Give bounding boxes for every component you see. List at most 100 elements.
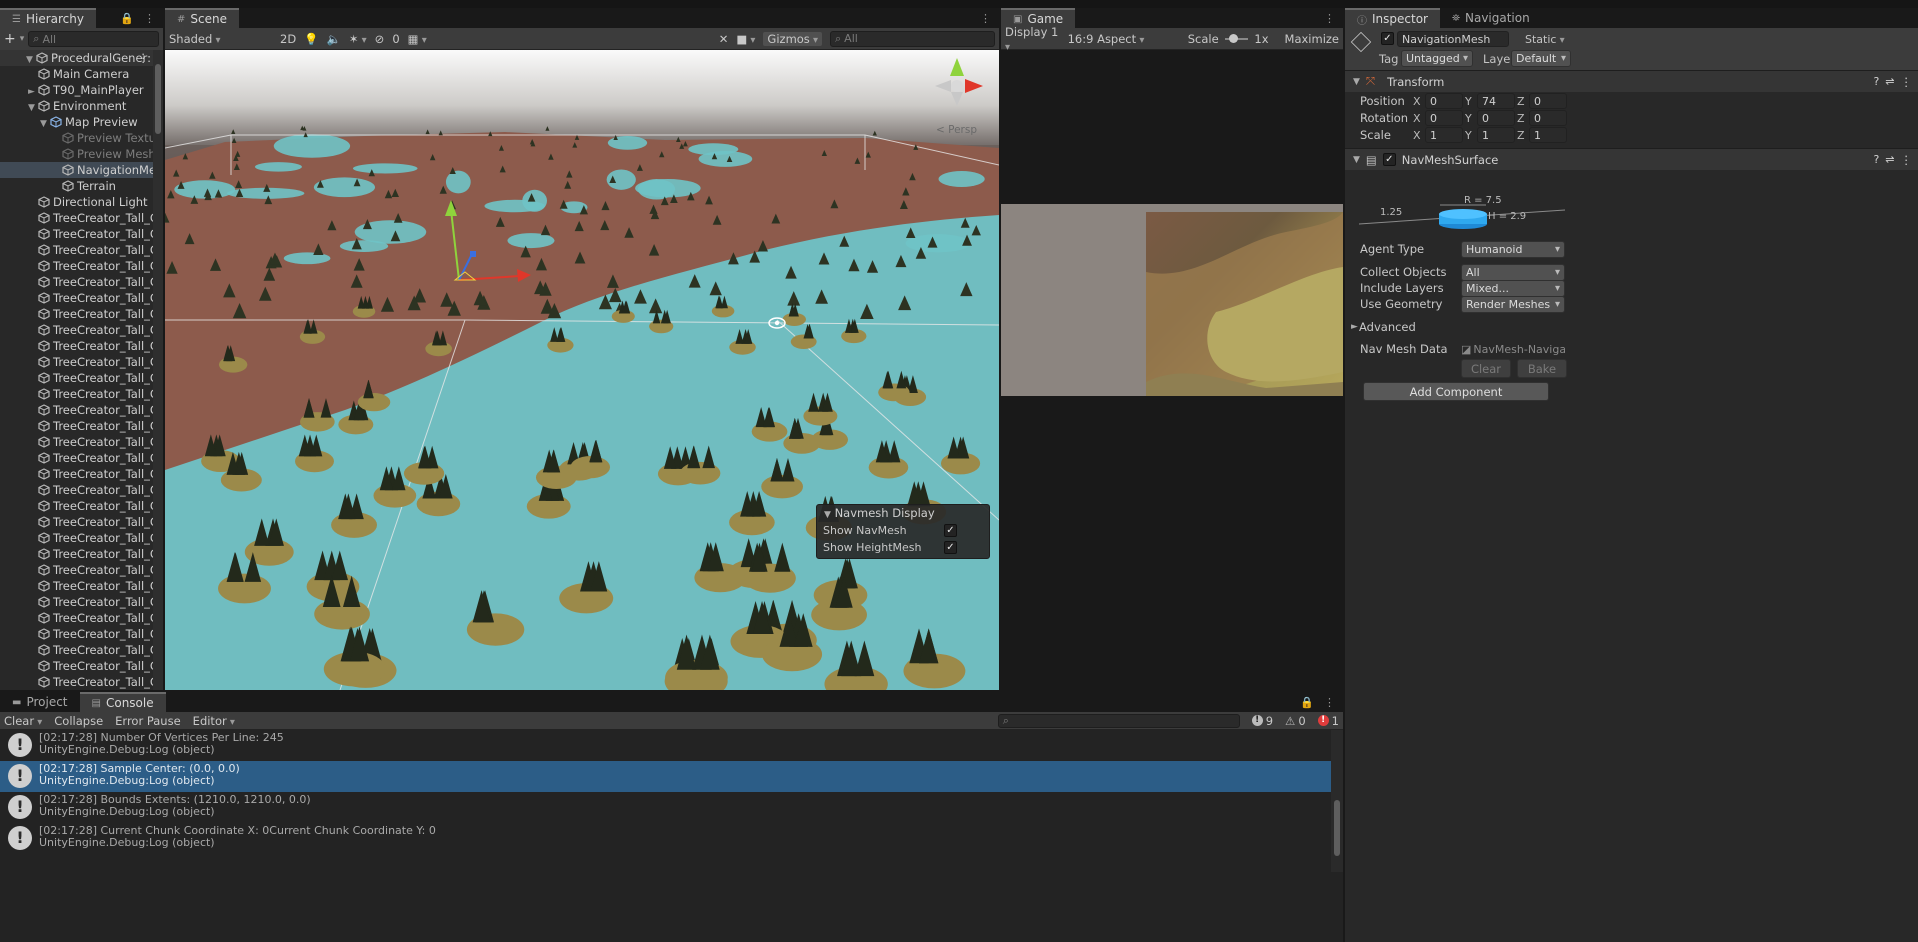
hierarchy-item[interactable]: ► T90_MainPlayer <box>0 82 153 98</box>
scene-search-input[interactable]: ⌕ All <box>830 30 995 47</box>
clear-navmesh-button[interactable]: Clear <box>1461 359 1511 378</box>
hierarchy-item[interactable]: TreeCreator_Tall_C <box>0 258 153 274</box>
tab-hierarchy[interactable]: ☰ Hierarchy <box>0 8 96 28</box>
display-dropdown[interactable]: Display 1 <box>1005 25 1062 53</box>
tab-console[interactable]: ▤ Console <box>79 692 166 712</box>
tab-inspector[interactable]: ⓘ Inspector <box>1345 8 1440 28</box>
rotation-x-value[interactable]: 0 <box>1425 110 1463 126</box>
hierarchy-item[interactable]: TreeCreator_Tall_C <box>0 594 153 610</box>
hierarchy-item[interactable]: NavigationMe <box>0 162 153 178</box>
hierarchy-item[interactable]: TreeCreator_Tall_C <box>0 354 153 370</box>
more-icon[interactable]: ⋮ <box>1901 75 1913 89</box>
hierarchy-item[interactable]: TreeCreator_Tall_C <box>0 322 153 338</box>
position-x-field[interactable]: X0 <box>1413 93 1465 109</box>
rotation-z-field[interactable]: Z0 <box>1517 110 1569 126</box>
rotation-y-value[interactable]: 0 <box>1477 110 1515 126</box>
scene-viewport[interactable]: < Persp ▼ Navmesh Display Show NavMesh ✓ … <box>165 50 999 690</box>
console-scrollbar[interactable] <box>1331 730 1343 872</box>
hierarchy-item[interactable]: TreeCreator_Tall_C <box>0 546 153 562</box>
hierarchy-item[interactable]: ▼ Map Preview <box>0 114 153 130</box>
audio-icon[interactable]: 🔈 <box>327 32 341 46</box>
tab-scene[interactable]: # Scene <box>165 8 239 28</box>
position-y-field[interactable]: Y 74 <box>1465 93 1517 109</box>
scale-y-field[interactable]: Y1 <box>1465 127 1517 143</box>
position-z-field[interactable]: Z0 <box>1517 93 1569 109</box>
more-icon[interactable]: ⋮ <box>1324 696 1335 709</box>
agent-type-dropdown[interactable]: Humanoid <box>1461 240 1565 258</box>
preset-icon[interactable]: ⇌ <box>1885 153 1894 166</box>
bake-navmesh-button[interactable]: Bake <box>1517 359 1567 378</box>
hierarchy-item[interactable]: TreeCreator_Tall_C <box>0 450 153 466</box>
tab-project[interactable]: ▬ Project <box>0 692 80 712</box>
scale-x-field[interactable]: X1 <box>1413 127 1465 143</box>
hierarchy-item[interactable]: Preview Textu <box>0 130 153 146</box>
hierarchy-item[interactable]: Main Camera <box>0 66 153 82</box>
hierarchy-item[interactable]: TreeCreator_Tall_C <box>0 674 153 690</box>
add-component-button[interactable]: Add Component <box>1363 382 1549 401</box>
hierarchy-item[interactable]: TreeCreator_Tall_C <box>0 658 153 674</box>
rotation-z-value[interactable]: 0 <box>1529 110 1567 126</box>
hierarchy-item[interactable]: TreeCreator_Tall_C <box>0 242 153 258</box>
component-enabled-checkbox[interactable]: ✓ <box>1382 153 1396 166</box>
scale-slider[interactable] <box>1224 33 1249 43</box>
scale-z-field[interactable]: Z1 <box>1517 127 1569 143</box>
persp-label[interactable]: < Persp <box>936 124 977 136</box>
include-layers-dropdown[interactable]: Mixed... <box>1461 279 1565 297</box>
tools-icon[interactable]: ✕ <box>719 32 729 46</box>
more-icon[interactable]: ⋮ <box>144 12 155 25</box>
hierarchy-item[interactable]: TreeCreator_Tall_C <box>0 210 153 226</box>
add-icon[interactable]: + <box>4 31 16 47</box>
maximize-button[interactable]: Maximize <box>1285 32 1339 46</box>
hierarchy-item[interactable]: TreeCreator_Tall_C <box>0 338 153 354</box>
grid-snap-icon[interactable]: ▦ <box>408 32 427 46</box>
scale-x-value[interactable]: 1 <box>1425 127 1463 143</box>
overlay-option[interactable]: Show HeightMesh ✓ <box>817 539 989 556</box>
navmesh-data-field[interactable]: ◪ NavMesh-Navigat <box>1461 343 1565 356</box>
position-x-value[interactable]: 0 <box>1425 93 1463 109</box>
log-count[interactable]: ! 9 <box>1251 714 1273 728</box>
add-dropdown-icon[interactable]: ▾ <box>20 34 25 44</box>
hierarchy-item[interactable]: TreeCreator_Tall_C <box>0 514 153 530</box>
advanced-foldout[interactable]: ► Advanced <box>1345 318 1918 336</box>
console-log-entry[interactable]: ! [02:17:28] Current Chunk Coordinate X: … <box>0 823 1331 854</box>
hierarchy-item[interactable]: TreeCreator_Tall_C <box>0 642 153 658</box>
preset-icon[interactable]: ⇌ <box>1885 75 1894 88</box>
hierarchy-item[interactable]: TreeCreator_Tall_C <box>0 562 153 578</box>
hidden-objects-icon[interactable]: ⊘ <box>375 32 385 46</box>
error-pause-button[interactable]: Error Pause <box>115 714 181 728</box>
hierarchy-item[interactable]: TreeCreator_Tall_C <box>0 626 153 642</box>
hierarchy-item[interactable]: TreeCreator_Tall_C <box>0 578 153 594</box>
clear-button[interactable]: Clear <box>4 714 42 728</box>
static-toggle[interactable]: Static <box>1525 33 1565 46</box>
more-icon[interactable]: ⋮ <box>1901 153 1913 167</box>
hierarchy-item[interactable]: ▼ Environment <box>0 98 153 114</box>
hierarchy-item[interactable]: TreeCreator_Tall_C <box>0 290 153 306</box>
object-name-field[interactable]: NavigationMesh <box>1397 31 1509 47</box>
hierarchy-item[interactable]: TreeCreator_Tall_C <box>0 530 153 546</box>
camera-icon[interactable]: ■ <box>736 32 755 46</box>
hierarchy-item[interactable]: TreeCreator_Tall_C <box>0 418 153 434</box>
scale-y-value[interactable]: 1 <box>1477 127 1515 143</box>
editor-dropdown[interactable]: Editor <box>193 714 235 728</box>
hierarchy-item[interactable]: TreeCreator_Tall_C <box>0 274 153 290</box>
hierarchy-item[interactable]: TreeCreator_Tall_C <box>0 466 153 482</box>
transform-header[interactable]: ▼ ⤧ Transform ? ⇌ ⋮ <box>1345 70 1918 92</box>
console-search-input[interactable]: ⌕ <box>997 713 1240 728</box>
position-y-value[interactable]: 74 <box>1477 93 1515 109</box>
game-view[interactable] <box>1001 204 1343 396</box>
hierarchy-item[interactable]: TreeCreator_Tall_C <box>0 434 153 450</box>
more-icon[interactable]: ⋮ <box>980 12 991 25</box>
lighting-icon[interactable]: 💡 <box>304 32 318 46</box>
tag-dropdown[interactable]: Untagged <box>1401 50 1473 67</box>
show-navmesh-checkbox[interactable]: ✓ <box>944 524 957 537</box>
navmeshsurface-header[interactable]: ▼ ▤ ✓ NavMeshSurface ? ⇌ ⋮ <box>1345 148 1918 170</box>
lock-icon[interactable]: 🔒 <box>120 12 134 25</box>
active-checkbox[interactable]: ✓ <box>1381 32 1394 45</box>
help-icon[interactable]: ? <box>1873 153 1879 166</box>
more-icon[interactable]: ⋮ <box>1324 12 1335 25</box>
shading-dropdown[interactable]: Shaded <box>169 32 264 46</box>
hierarchy-search-input[interactable]: ⌕ All <box>28 31 159 47</box>
console-log-entry[interactable]: ! [02:17:28] Sample Center: (0.0, 0.0) Uni… <box>0 761 1331 792</box>
position-z-value[interactable]: 0 <box>1529 93 1567 109</box>
lock-icon[interactable]: 🔒 <box>1300 696 1314 709</box>
